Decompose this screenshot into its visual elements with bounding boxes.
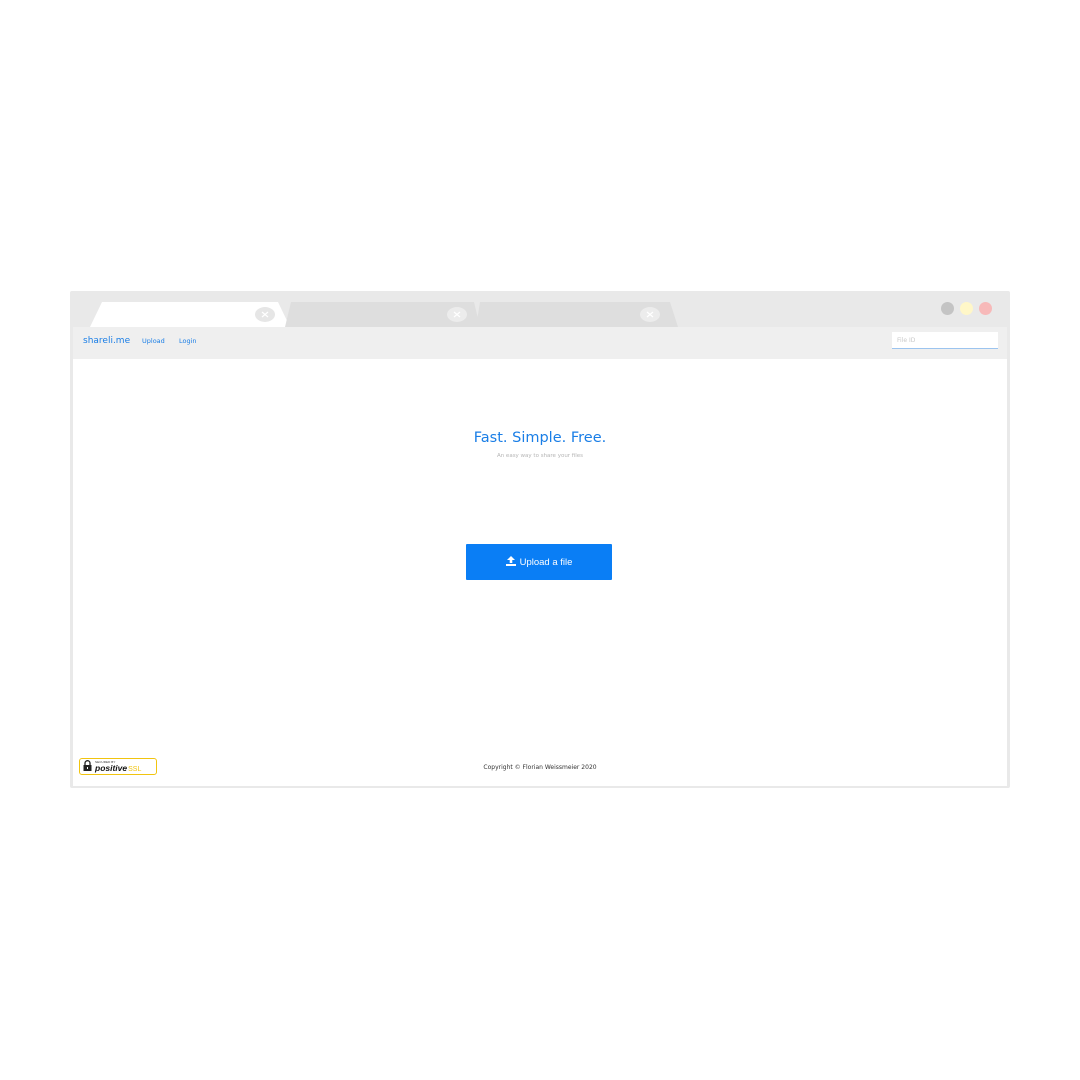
- navbar: shareli.me Upload Login: [73, 327, 1007, 359]
- tab-active[interactable]: [90, 302, 290, 327]
- nav-upload-link[interactable]: Upload: [142, 337, 165, 345]
- file-id-input[interactable]: [892, 332, 998, 349]
- browser-window: shareli.me Upload Login Fast. Simple. Fr…: [70, 291, 1010, 788]
- upload-file-button[interactable]: Upload a file: [466, 544, 612, 580]
- close-icon[interactable]: [447, 307, 467, 322]
- upload-icon: [505, 555, 516, 569]
- tab-strip: [70, 291, 1010, 327]
- tab-3[interactable]: [476, 302, 678, 327]
- brand-link[interactable]: shareli.me: [83, 336, 130, 346]
- tab-2[interactable]: [285, 302, 480, 327]
- close-icon[interactable]: [640, 307, 660, 322]
- upload-button-label: Upload a file: [519, 556, 573, 568]
- main-content: Fast. Simple. Free. An easy way to share…: [73, 359, 1007, 786]
- window-controls: [941, 302, 992, 315]
- window-dot-icon[interactable]: [960, 302, 973, 315]
- hero-title: Fast. Simple. Free.: [473, 430, 607, 446]
- nav-login-link[interactable]: Login: [179, 337, 197, 345]
- hero-subtitle: An easy way to share your files: [496, 453, 584, 459]
- window-dot-icon[interactable]: [979, 302, 992, 315]
- close-icon[interactable]: [255, 307, 275, 322]
- copyright-text: Copyright © Florian Weissmeier 2020: [483, 764, 597, 771]
- window-dot-icon[interactable]: [941, 302, 954, 315]
